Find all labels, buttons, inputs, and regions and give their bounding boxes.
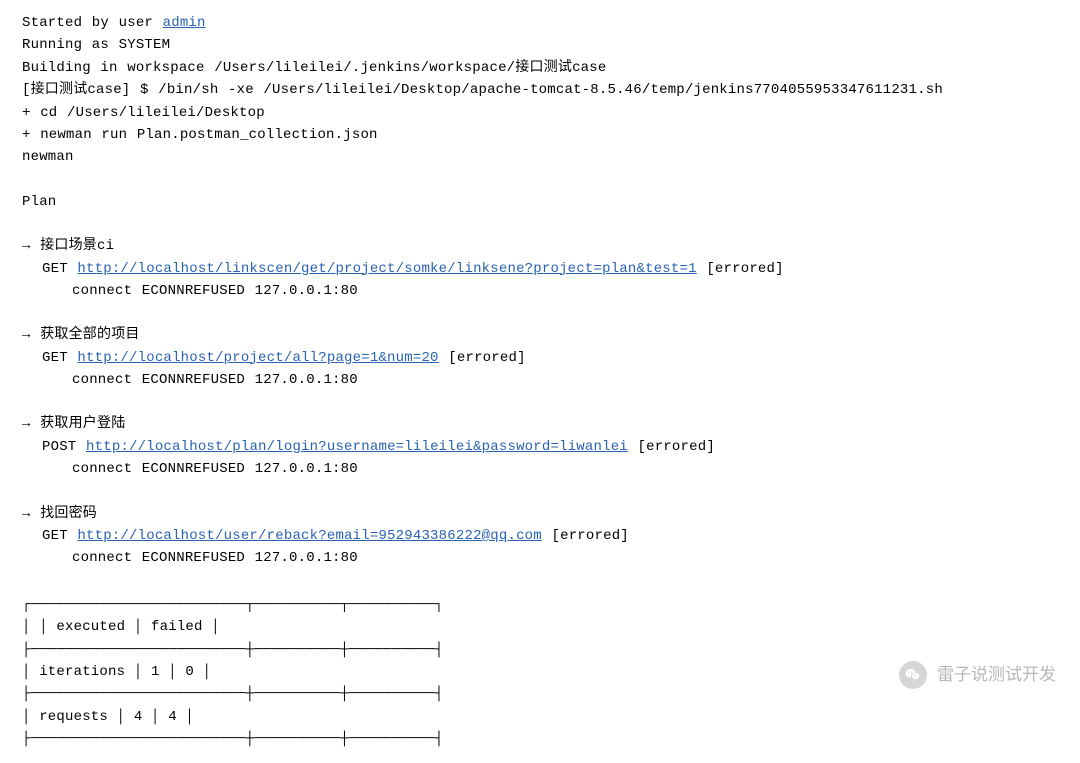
- log-running-as: Running as SYSTEM: [22, 34, 1080, 56]
- log-workspace: Building in workspace /Users/lileilei/.j…: [22, 57, 1080, 79]
- request-url-link[interactable]: http://localhost/user/reback?email=95294…: [77, 528, 541, 544]
- http-method: GET: [42, 350, 77, 366]
- http-method: GET: [42, 261, 77, 277]
- log-newman: newman: [22, 146, 1080, 168]
- started-text: Started by user: [22, 15, 163, 31]
- test-case-name: → 获取用户登陆: [22, 413, 1080, 435]
- log-newman-run: + newman run Plan.postman_collection.jso…: [22, 124, 1080, 146]
- log-plan: Plan: [22, 191, 1080, 213]
- error-line: connect ECONNREFUSED 127.0.0.1:80: [22, 369, 1080, 391]
- request-status: [errored]: [628, 439, 715, 455]
- request-url-link[interactable]: http://localhost/plan/login?username=lil…: [86, 439, 628, 455]
- blank-line: [22, 481, 1080, 503]
- blank-line: [22, 169, 1080, 191]
- wechat-icon: [899, 661, 927, 689]
- blank-line: [22, 302, 1080, 324]
- blank-line: [22, 570, 1080, 592]
- error-line: connect ECONNREFUSED 127.0.0.1:80: [22, 547, 1080, 569]
- error-line: connect ECONNREFUSED 127.0.0.1:80: [22, 280, 1080, 302]
- blank-line: [22, 391, 1080, 413]
- request-status: [errored]: [542, 528, 629, 544]
- log-started-by: Started by user admin: [22, 12, 1080, 34]
- test-case-name: → 找回密码: [22, 503, 1080, 525]
- test-request-line: GET http://localhost/project/all?page=1&…: [22, 347, 1080, 369]
- test-cases: → 接口场景ciGET http://localhost/linkscen/ge…: [22, 235, 1080, 592]
- test-case-name: → 接口场景ci: [22, 235, 1080, 257]
- error-line: connect ECONNREFUSED 127.0.0.1:80: [22, 458, 1080, 480]
- table-border-top: ┌─────────────────────────┬──────────┬──…: [22, 594, 1080, 616]
- table-sep: ├─────────────────────────┼──────────┼──…: [22, 728, 1080, 750]
- watermark: 雷子说测试开发: [899, 661, 1056, 689]
- table-row: │ requests │ 4 │ 4 │: [22, 706, 1080, 728]
- request-url-link[interactable]: http://localhost/linkscen/get/project/so…: [77, 261, 696, 277]
- http-method: GET: [42, 528, 77, 544]
- request-status: [errored]: [697, 261, 784, 277]
- test-request-line: GET http://localhost/user/reback?email=9…: [22, 525, 1080, 547]
- log-cd: + cd /Users/lileilei/Desktop: [22, 102, 1080, 124]
- log-shell-cmd: [接口测试case] $ /bin/sh -xe /Users/lileilei…: [22, 79, 1080, 101]
- request-url-link[interactable]: http://localhost/project/all?page=1&num=…: [77, 350, 438, 366]
- watermark-text: 雷子说测试开发: [937, 661, 1056, 688]
- table-header: │ │ executed │ failed │: [22, 616, 1080, 638]
- blank-line: [22, 213, 1080, 235]
- test-case-name: → 获取全部的项目: [22, 324, 1080, 346]
- test-request-line: GET http://localhost/linkscen/get/projec…: [22, 258, 1080, 280]
- user-link[interactable]: admin: [163, 15, 206, 31]
- request-status: [errored]: [439, 350, 526, 366]
- table-sep: ├─────────────────────────┼──────────┼──…: [22, 639, 1080, 661]
- test-request-line: POST http://localhost/plan/login?usernam…: [22, 436, 1080, 458]
- http-method: POST: [42, 439, 86, 455]
